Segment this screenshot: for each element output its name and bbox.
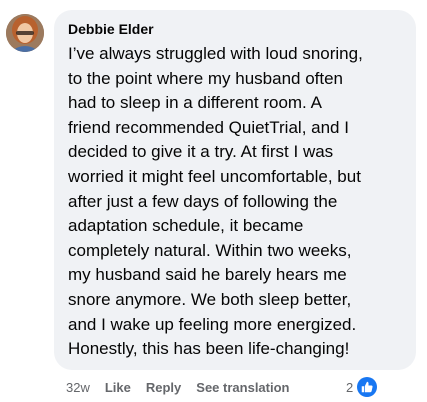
comment-bubble: Debbie Elder I’ve always struggled with … (54, 10, 416, 370)
comment-timestamp[interactable]: 32w (66, 380, 90, 395)
see-translation-link[interactable]: See translation (196, 380, 289, 395)
thumbs-up-icon (357, 377, 378, 397)
avatar[interactable] (6, 14, 44, 52)
avatar-image (6, 14, 44, 52)
comment-text: I’ve always struggled with loud snoring,… (68, 44, 363, 359)
reaction-summary[interactable]: 2 (346, 376, 378, 398)
comment-actions: 32w Like Reply See translation (66, 376, 304, 398)
reaction-count: 2 (346, 379, 354, 395)
comment-author[interactable]: Debbie Elder (68, 20, 406, 38)
reply-button[interactable]: Reply (146, 380, 181, 395)
like-button[interactable]: Like (105, 380, 131, 395)
